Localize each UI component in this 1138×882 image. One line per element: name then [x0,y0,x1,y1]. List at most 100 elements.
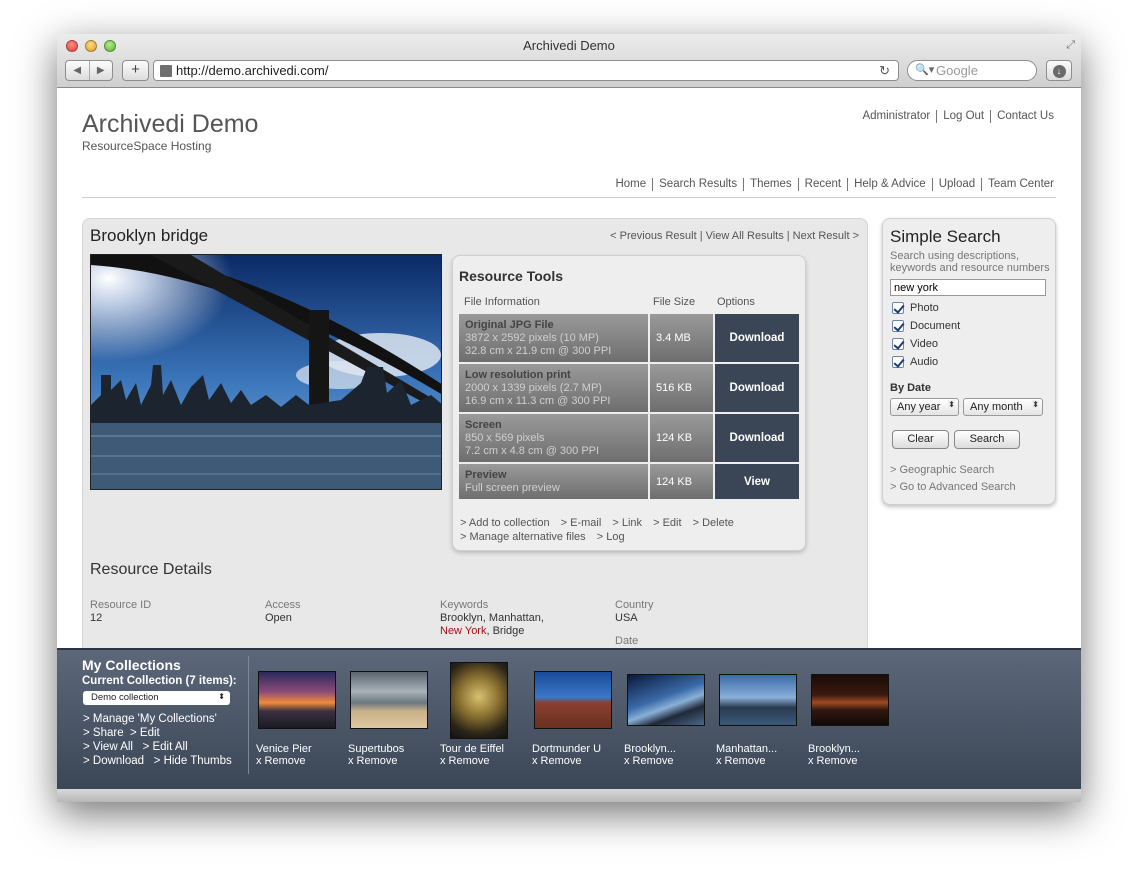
add-bookmark-button[interactable]: + [122,60,149,81]
search-input[interactable] [890,279,1046,296]
remove-link[interactable]: x Remove [624,755,674,767]
download-collection-link[interactable]: > Download [83,755,144,767]
remove-link[interactable]: x Remove [440,755,490,767]
nav-team-center[interactable]: Team Center [981,178,1054,191]
delete-link[interactable]: > Delete [693,517,734,529]
collection-item-title[interactable]: Brooklyn... [808,743,860,755]
checkbox-checked-icon[interactable] [892,320,904,332]
log-link[interactable]: > Log [597,531,625,543]
keyword-highlight[interactable]: New York [440,625,486,637]
view-all-link[interactable]: > View All [83,741,133,753]
nav-help-advice[interactable]: Help & Advice [847,178,932,191]
resource-panel: Brooklyn bridge < Previous Result | View… [82,218,868,648]
collection-thumbnail[interactable] [811,674,889,726]
advanced-search-link[interactable]: > Go to Advanced Search [890,481,1016,493]
collection-item-title[interactable]: Manhattan... [716,743,777,755]
select-arrows-icon: ⬍ [948,400,955,409]
checkbox-label: Photo [910,302,939,314]
file-name: Screen [465,419,502,431]
collection-item-title[interactable]: Venice Pier [256,743,312,755]
reload-icon[interactable]: ↻ [879,61,890,80]
forward-arrow-icon[interactable]: ▶ [90,61,113,80]
file-dimensions: 3872 x 2592 pixels (10 MP) [465,332,599,344]
file-row: Screen 850 x 569 pixels 7.2 cm x 4.8 cm … [459,414,799,462]
detail-access: Access Open [265,599,300,625]
remove-link[interactable]: x Remove [716,755,766,767]
collection-item-title[interactable]: Brooklyn... [624,743,676,755]
collection-thumbnail[interactable] [534,671,612,729]
geographic-search-link[interactable]: > Geographic Search [890,464,994,476]
email-link[interactable]: > E-mail [561,517,602,529]
detail-label: Date [615,635,639,647]
edit-all-link[interactable]: > Edit All [143,741,188,753]
nav-recent[interactable]: Recent [797,178,847,191]
detail-label: Resource ID [90,599,152,611]
clear-button[interactable]: Clear [892,430,949,449]
site-title[interactable]: Archivedi Demo [82,110,258,139]
download-button[interactable]: Download [715,414,799,462]
main-nav: Home Search Results Themes Recent Help &… [609,178,1054,191]
nav-search-results[interactable]: Search Results [652,178,743,191]
download-button[interactable]: Download [715,364,799,412]
checkbox-checked-icon[interactable] [892,356,904,368]
remove-link[interactable]: x Remove [348,755,398,767]
month-select[interactable]: Any month ⬍ [963,398,1043,416]
share-link[interactable]: > Share [83,727,124,739]
collection-thumbnail[interactable] [627,674,705,726]
administrator-link[interactable]: Administrator [856,110,936,123]
fullscreen-icon[interactable]: ⤢ [1066,39,1075,52]
download-button[interactable]: Download [715,314,799,362]
file-print-size: 7.2 cm x 4.8 cm @ 300 PPI [465,445,600,457]
file-info-cell: Low resolution print 2000 x 1339 pixels … [459,364,648,412]
resource-tools-title: Resource Tools [459,268,563,284]
nav-home[interactable]: Home [609,178,652,191]
contact-us-link[interactable]: Contact Us [990,110,1054,123]
collection-item-title[interactable]: Supertubos [348,743,404,755]
collection-item: Tour de Eiffel x Remove [440,743,504,767]
nav-upload[interactable]: Upload [931,178,981,191]
link-link[interactable]: > Link [612,517,642,529]
collection-thumbnail[interactable] [450,662,508,739]
downloads-button[interactable]: ↓ [1046,60,1072,81]
search-button[interactable]: Search [954,430,1020,449]
collection-thumbnail[interactable] [719,674,797,726]
file-row: Low resolution print 2000 x 1339 pixels … [459,364,799,412]
file-size-cell: 124 KB [650,414,713,462]
checkbox-checked-icon[interactable] [892,338,904,350]
video-checkbox[interactable]: Video [892,338,938,350]
options-header: Options [717,296,755,308]
address-bar[interactable]: http://demo.archivedi.com/ ↻ [153,60,899,81]
edit-link[interactable]: > Edit [653,517,681,529]
back-arrow-icon[interactable]: ◀ [66,61,90,80]
resource-preview-image[interactable] [90,254,442,490]
remove-link[interactable]: x Remove [256,755,306,767]
file-name: Preview [465,469,507,481]
browser-search-field[interactable]: 🔍▾ Google [907,60,1037,81]
url-text[interactable]: http://demo.archivedi.com/ [176,61,328,80]
file-name: Original JPG File [465,319,554,331]
detail-value: Open [265,612,292,624]
checkbox-label: Video [910,338,938,350]
result-navigation[interactable]: < Previous Result | View All Results | N… [610,230,859,242]
collection-item-title[interactable]: Tour de Eiffel [440,743,504,755]
year-select[interactable]: Any year ⬍ [890,398,959,416]
manage-alternative-files-link[interactable]: > Manage alternative files [460,531,586,543]
checkbox-checked-icon[interactable] [892,302,904,314]
nav-themes[interactable]: Themes [743,178,798,191]
log-out-link[interactable]: Log Out [936,110,990,123]
remove-link[interactable]: x Remove [808,755,858,767]
audio-checkbox[interactable]: Audio [892,356,938,368]
hide-thumbs-link[interactable]: > Hide Thumbs [154,755,232,767]
file-size-header: File Size [653,296,696,308]
photo-checkbox[interactable]: Photo [892,302,939,314]
remove-link[interactable]: x Remove [532,755,582,767]
edit-collection-link[interactable]: > Edit [130,727,160,739]
collection-item-title[interactable]: Dortmunder U [532,743,601,755]
view-button[interactable]: View [715,464,799,499]
collection-thumbnail[interactable] [258,671,336,729]
collection-select[interactable]: Demo collection ⬍ [83,691,230,705]
document-checkbox[interactable]: Document [892,320,960,332]
add-to-collection-link[interactable]: > Add to collection [460,517,550,529]
collection-thumbnail[interactable] [350,671,428,729]
manage-collections-link[interactable]: > Manage 'My Collections' [83,713,217,725]
